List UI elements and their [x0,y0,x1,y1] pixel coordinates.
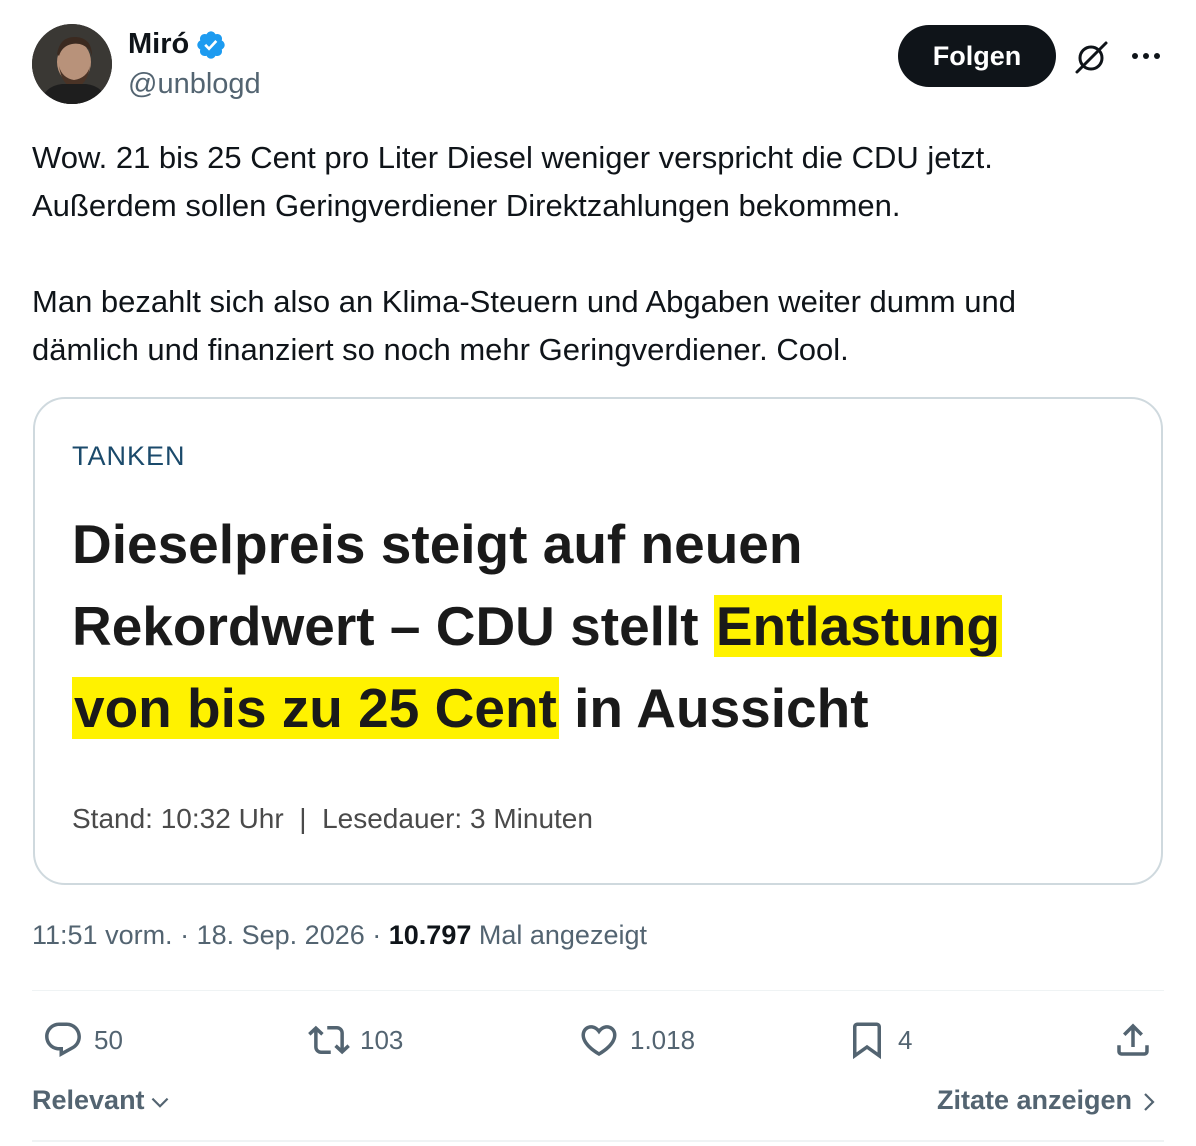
like-button[interactable]: 1.018 [578,1018,695,1062]
headline-highlight: Entlastung [713,595,1002,657]
headline-line-3: von bis zu 25 Cent in Aussicht [72,667,1152,749]
divider [32,990,1164,991]
headline-line-2: Rekordwert – CDU stellt Entlastung [72,585,1152,667]
headline-text: Rekordwert – CDU stellt [72,595,714,657]
tweet-meta: 11:51 vorm. · 18. Sep. 2026 · 10.797 Mal… [32,920,647,951]
avatar[interactable] [32,24,112,104]
verified-badge-icon[interactable] [195,29,227,61]
repost-count: 103 [360,1024,404,1055]
share-button[interactable] [1112,1018,1154,1062]
separator-dot: · [372,920,389,950]
divider [32,1140,1164,1142]
tweet-text-line: dämlich und finanziert so noch mehr Geri… [32,332,849,367]
heart-icon [581,1025,617,1057]
follow-button[interactable]: Folgen [898,25,1056,87]
tweet-time[interactable]: 11:51 vorm. [32,920,173,950]
reply-count: 50 [94,1024,123,1055]
chevron-down-icon [151,1097,168,1108]
repost-icon [308,1025,350,1055]
headline-highlight: von bis zu 25 Cent [72,677,559,739]
author-display-name[interactable]: Miró [128,28,189,61]
headline-text: in Aussicht [558,677,869,739]
bookmark-count: 4 [898,1024,913,1055]
chevron-right-icon [1144,1092,1155,1111]
like-count: 1.018 [630,1024,696,1055]
article-meta: Stand: 10:32 Uhr | Lesedauer: 3 Minuten [72,803,593,834]
reply-icon [45,1022,81,1057]
sort-replies-dropdown[interactable]: Relevant [32,1085,173,1116]
tweet-date[interactable]: 18. Sep. 2026 [197,920,365,950]
article-headline: Dieselpreis steigt auf neuen Rekordwert … [72,503,1152,749]
repost-button[interactable]: 103 [308,1018,403,1062]
share-icon [1117,1023,1149,1056]
quotes-label: Zitate anzeigen [936,1085,1132,1115]
tweet-text-line: Wow. 21 bis 25 Cent pro Liter Diesel wen… [32,140,993,175]
grok-icon[interactable] [1072,38,1110,76]
tweet-text-line: Außerdem sollen Geringverdiener Direktza… [32,188,901,223]
avatar-image [32,24,112,104]
tweet-text: Wow. 21 bis 25 Cent pro Liter Diesel wen… [32,134,1172,374]
attached-image-card[interactable]: TANKEN Dieselpreis steigt auf neuen Reko… [33,397,1163,885]
bookmark-icon [853,1022,881,1060]
sort-label: Relevant [32,1085,145,1115]
reply-button[interactable]: 50 [42,1018,123,1062]
author-handle[interactable]: @unblogd [128,68,261,101]
headline-line-1: Dieselpreis steigt auf neuen [72,513,803,575]
view-count: 10.797 [388,920,472,950]
bookmark-button[interactable]: 4 [846,1018,912,1062]
view-count-suffix: Mal angezeigt [478,920,647,950]
tweet-text-line: Man bezahlt sich also an Klima-Steuern u… [32,284,1016,319]
article-kicker: TANKEN [72,441,186,471]
view-quotes-link[interactable]: Zitate anzeigen [937,1085,1160,1116]
separator-dot: · [180,920,197,950]
more-options-icon[interactable] [1128,44,1164,68]
